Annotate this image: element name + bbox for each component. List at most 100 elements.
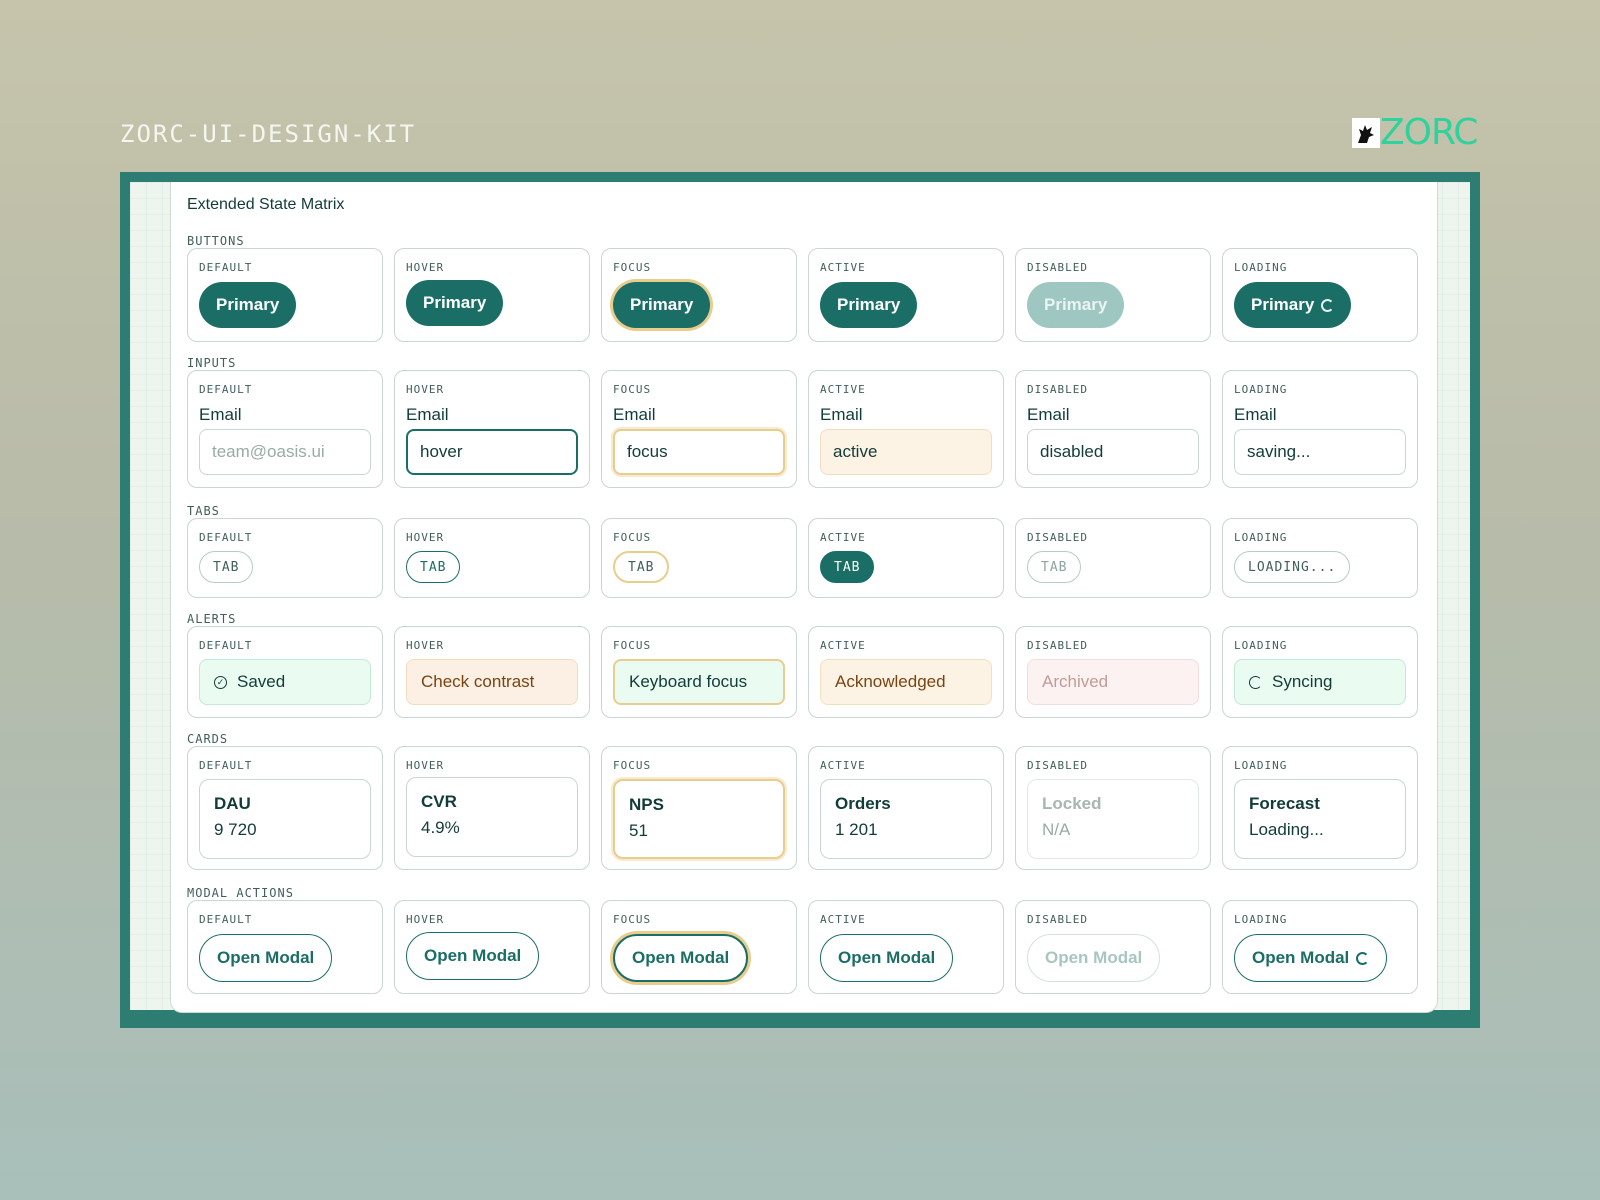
tab-hover[interactable]: TAB	[406, 551, 461, 583]
buttons-focus-cell: FOCUS Primary	[601, 248, 797, 342]
button-label: Open Modal	[1252, 948, 1350, 967]
spinner-icon	[1356, 951, 1370, 965]
state-label: FOCUS	[613, 759, 652, 772]
tabs-hover-cell: HOVER TAB	[394, 518, 590, 598]
state-label: DISABLED	[1027, 383, 1088, 396]
tabs-focus-cell: FOCUS TAB	[601, 518, 797, 598]
inputs-hover-cell: HOVER Email hover	[394, 370, 590, 488]
tabs-loading-cell: LOADING LOADING...	[1222, 518, 1418, 598]
open-modal-button-focus[interactable]: Open Modal	[613, 934, 749, 982]
state-label: HOVER	[406, 531, 445, 544]
state-label: ACTIVE	[820, 261, 866, 274]
primary-button-focus[interactable]: Primary	[613, 282, 711, 328]
open-modal-button-hover[interactable]: Open Modal	[406, 932, 540, 980]
open-modal-button-loading[interactable]: Open Modal	[1234, 934, 1388, 982]
button-label: Primary	[1251, 295, 1315, 314]
kit-title: ZORC-UI-DESIGN-KIT	[120, 120, 417, 148]
alerts-default-cell: DEFAULT ✓ Saved	[187, 626, 383, 718]
cards-active-cell: ACTIVE Orders 1 201	[808, 746, 1004, 870]
metric-card-focus[interactable]: NPS 51	[613, 779, 785, 859]
state-label: DISABLED	[1027, 261, 1088, 274]
alert-loading: Syncing	[1234, 659, 1406, 705]
section-label-inputs: INPUTS	[187, 356, 237, 370]
alert-default: ✓ Saved	[199, 659, 371, 705]
state-label: LOADING	[1234, 913, 1288, 926]
metric-card-loading[interactable]: Forecast Loading...	[1234, 779, 1406, 859]
frame-background: Extended State Matrix BUTTONS DEFAULT Pr…	[130, 182, 1470, 1013]
showcase-frame: Extended State Matrix BUTTONS DEFAULT Pr…	[120, 172, 1480, 1028]
section-label-tabs: TABS	[187, 504, 220, 518]
state-label: DEFAULT	[199, 639, 253, 652]
state-label: DEFAULT	[199, 759, 253, 772]
metric-card-active[interactable]: Orders 1 201	[820, 779, 992, 859]
state-label: LOADING	[1234, 261, 1288, 274]
buttons-default-cell: DEFAULT Primary	[187, 248, 383, 342]
email-field-loading[interactable]: saving...	[1234, 429, 1406, 475]
state-label: ACTIVE	[820, 913, 866, 926]
modal-loading-cell: LOADING Open Modal	[1222, 900, 1418, 994]
modal-hover-cell: HOVER Open Modal	[394, 900, 590, 994]
cards-hover-cell: HOVER CVR 4.9%	[394, 746, 590, 870]
email-field-disabled: disabled	[1027, 429, 1199, 475]
section-label-modal-actions: MODAL ACTIONS	[187, 886, 294, 900]
state-label: DEFAULT	[199, 913, 253, 926]
alert-disabled: Archived	[1027, 659, 1199, 705]
cards-loading-cell: LOADING Forecast Loading...	[1222, 746, 1418, 870]
state-label: FOCUS	[613, 913, 652, 926]
cards-default-cell: DEFAULT DAU 9 720	[187, 746, 383, 870]
metric-card-hover[interactable]: CVR 4.9%	[406, 777, 578, 857]
primary-button-default[interactable]: Primary	[199, 282, 297, 328]
card-value: 1 201	[835, 820, 878, 839]
alerts-hover-cell: HOVER Check contrast	[394, 626, 590, 718]
alerts-focus-cell: FOCUS Keyboard focus	[601, 626, 797, 718]
primary-button-disabled: Primary	[1027, 282, 1125, 328]
state-label: FOCUS	[613, 639, 652, 652]
email-field-hover[interactable]: hover	[406, 429, 578, 475]
email-field-focus[interactable]: focus	[613, 429, 785, 475]
card-title: Locked	[1042, 794, 1102, 813]
buttons-disabled-cell: DISABLED Primary	[1015, 248, 1211, 342]
modal-disabled-cell: DISABLED Open Modal	[1015, 900, 1211, 994]
cards-focus-cell: FOCUS NPS 51	[601, 746, 797, 870]
state-label: ACTIVE	[820, 639, 866, 652]
state-label: ACTIVE	[820, 531, 866, 544]
state-label: LOADING	[1234, 383, 1288, 396]
email-field-active[interactable]: active	[820, 429, 992, 475]
card-value: 51	[629, 821, 648, 840]
state-label: ACTIVE	[820, 383, 866, 396]
brand-logo: ZORC	[1352, 115, 1478, 151]
panel-title: Extended State Matrix	[187, 196, 345, 213]
state-label: HOVER	[406, 261, 445, 274]
section-label-cards: CARDS	[187, 732, 229, 746]
metric-card-default[interactable]: DAU 9 720	[199, 779, 371, 859]
state-label: ACTIVE	[820, 759, 866, 772]
tab-focus[interactable]: TAB	[613, 551, 670, 583]
tab-loading[interactable]: LOADING...	[1234, 551, 1351, 583]
tab-active[interactable]: TAB	[820, 551, 875, 583]
state-label: HOVER	[406, 759, 445, 772]
card-title: CVR	[421, 792, 457, 811]
open-modal-button-active[interactable]: Open Modal	[820, 934, 954, 982]
modal-active-cell: ACTIVE Open Modal	[808, 900, 1004, 994]
state-label: DISABLED	[1027, 531, 1088, 544]
state-label: LOADING	[1234, 759, 1288, 772]
wolf-logo-icon	[1352, 118, 1380, 148]
state-label: HOVER	[406, 639, 445, 652]
email-field-default[interactable]: team@oasis.ui	[199, 429, 371, 475]
state-label: HOVER	[406, 383, 445, 396]
check-circle-icon: ✓	[214, 675, 227, 689]
inputs-loading-cell: LOADING Email saving...	[1222, 370, 1418, 488]
metric-card-disabled: Locked N/A	[1027, 779, 1199, 859]
inputs-focus-cell: FOCUS Email focus	[601, 370, 797, 488]
tab-disabled: TAB	[1027, 551, 1082, 583]
buttons-loading-cell: LOADING Primary	[1222, 248, 1418, 342]
primary-button-hover[interactable]: Primary	[406, 280, 504, 326]
open-modal-button-default[interactable]: Open Modal	[199, 934, 333, 982]
primary-button-active[interactable]: Primary	[820, 282, 918, 328]
tab-default[interactable]: TAB	[199, 551, 254, 583]
section-label-buttons: BUTTONS	[187, 234, 245, 248]
state-label: DEFAULT	[199, 261, 253, 274]
inputs-active-cell: ACTIVE Email active	[808, 370, 1004, 488]
primary-button-loading[interactable]: Primary	[1234, 282, 1352, 328]
state-label: LOADING	[1234, 639, 1288, 652]
